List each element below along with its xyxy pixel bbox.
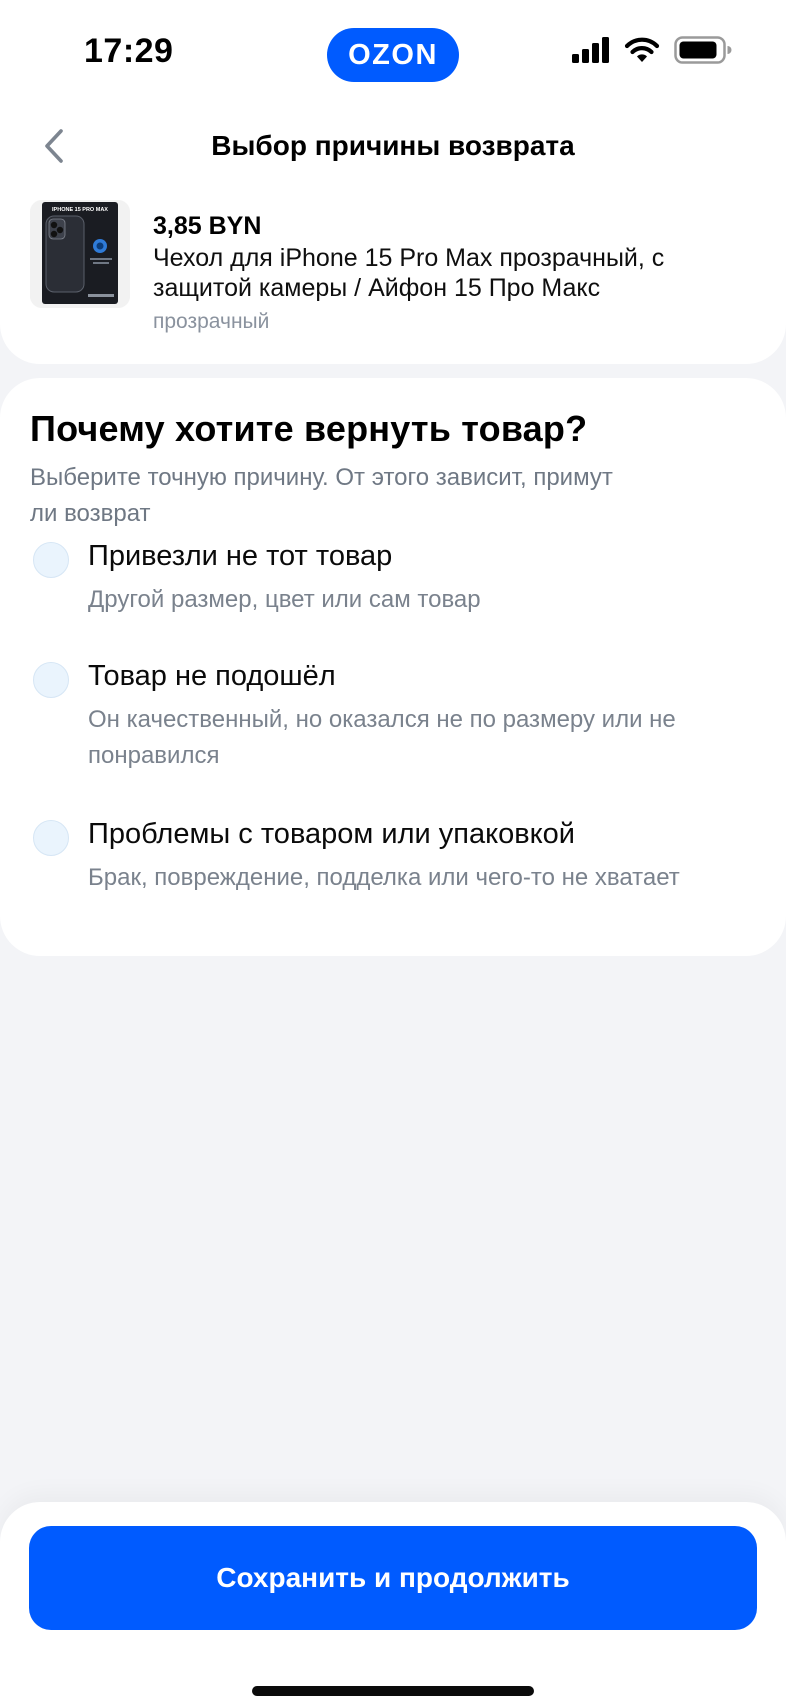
- reason-label: Товар не подошёл: [88, 660, 336, 692]
- reason-label: Проблемы с товаром или упаковкой: [88, 818, 575, 850]
- radio-button[interactable]: [33, 662, 69, 698]
- radio-button[interactable]: [33, 820, 69, 856]
- reason-description: Брак, повреждение, подделка или чего-то …: [88, 864, 680, 891]
- product-price: 3,85 BYN: [153, 212, 262, 240]
- signal-icon: [572, 36, 610, 68]
- status-time: 17:29: [84, 32, 174, 70]
- top-card: 17:29 OZON Выбор причины возврата IPHONE…: [0, 0, 786, 364]
- return-reason-screen: 17:29 OZON Выбор причины возврата IPHONE…: [0, 0, 786, 1704]
- status-bar: 17:29 OZON: [0, 0, 786, 100]
- header: Выбор причины возврата: [0, 112, 786, 184]
- status-icons: [572, 35, 732, 69]
- reason-description: Другой размер, цвет или сам товар: [88, 586, 481, 613]
- ozon-logo: OZON: [327, 28, 459, 82]
- reason-option-not-suitable[interactable]: Товар не подошёл Он качественный, но ока…: [0, 636, 786, 776]
- reason-option-wrong-item[interactable]: Привезли не тот товар Другой размер, цве…: [0, 516, 786, 616]
- product-image: IPHONE 15 PRO MAX: [30, 200, 130, 308]
- product-image-caption: IPHONE 15 PRO MAX: [52, 207, 108, 213]
- save-and-continue-button[interactable]: Сохранить и продолжить: [29, 1526, 757, 1630]
- product-summary: IPHONE 15 PRO MAX 3,85 BYN Чехол для iPh…: [0, 196, 786, 346]
- radio-button[interactable]: [33, 542, 69, 578]
- reasons-card: Почему хотите вернуть товар? Выберите то…: [0, 378, 786, 956]
- question-title: Почему хотите вернуть товар?: [30, 408, 588, 449]
- reason-option-defect[interactable]: Проблемы с товаром или упаковкой Брак, п…: [0, 794, 786, 904]
- product-variant: прозрачный: [153, 310, 270, 333]
- brand-label: OZON: [348, 38, 438, 71]
- product-name: Чехол для iPhone 15 Pro Max прозрачный, …: [153, 244, 665, 302]
- battery-icon: [674, 35, 732, 69]
- reason-description: Он качественный, но оказался не по разме…: [88, 706, 676, 769]
- bottom-panel: Сохранить и продолжить: [0, 1502, 786, 1704]
- page-title: Выбор причины возврата: [211, 130, 575, 161]
- home-indicator[interactable]: [252, 1686, 534, 1696]
- wifi-icon: [624, 36, 660, 69]
- reason-label: Привезли не тот товар: [88, 540, 393, 572]
